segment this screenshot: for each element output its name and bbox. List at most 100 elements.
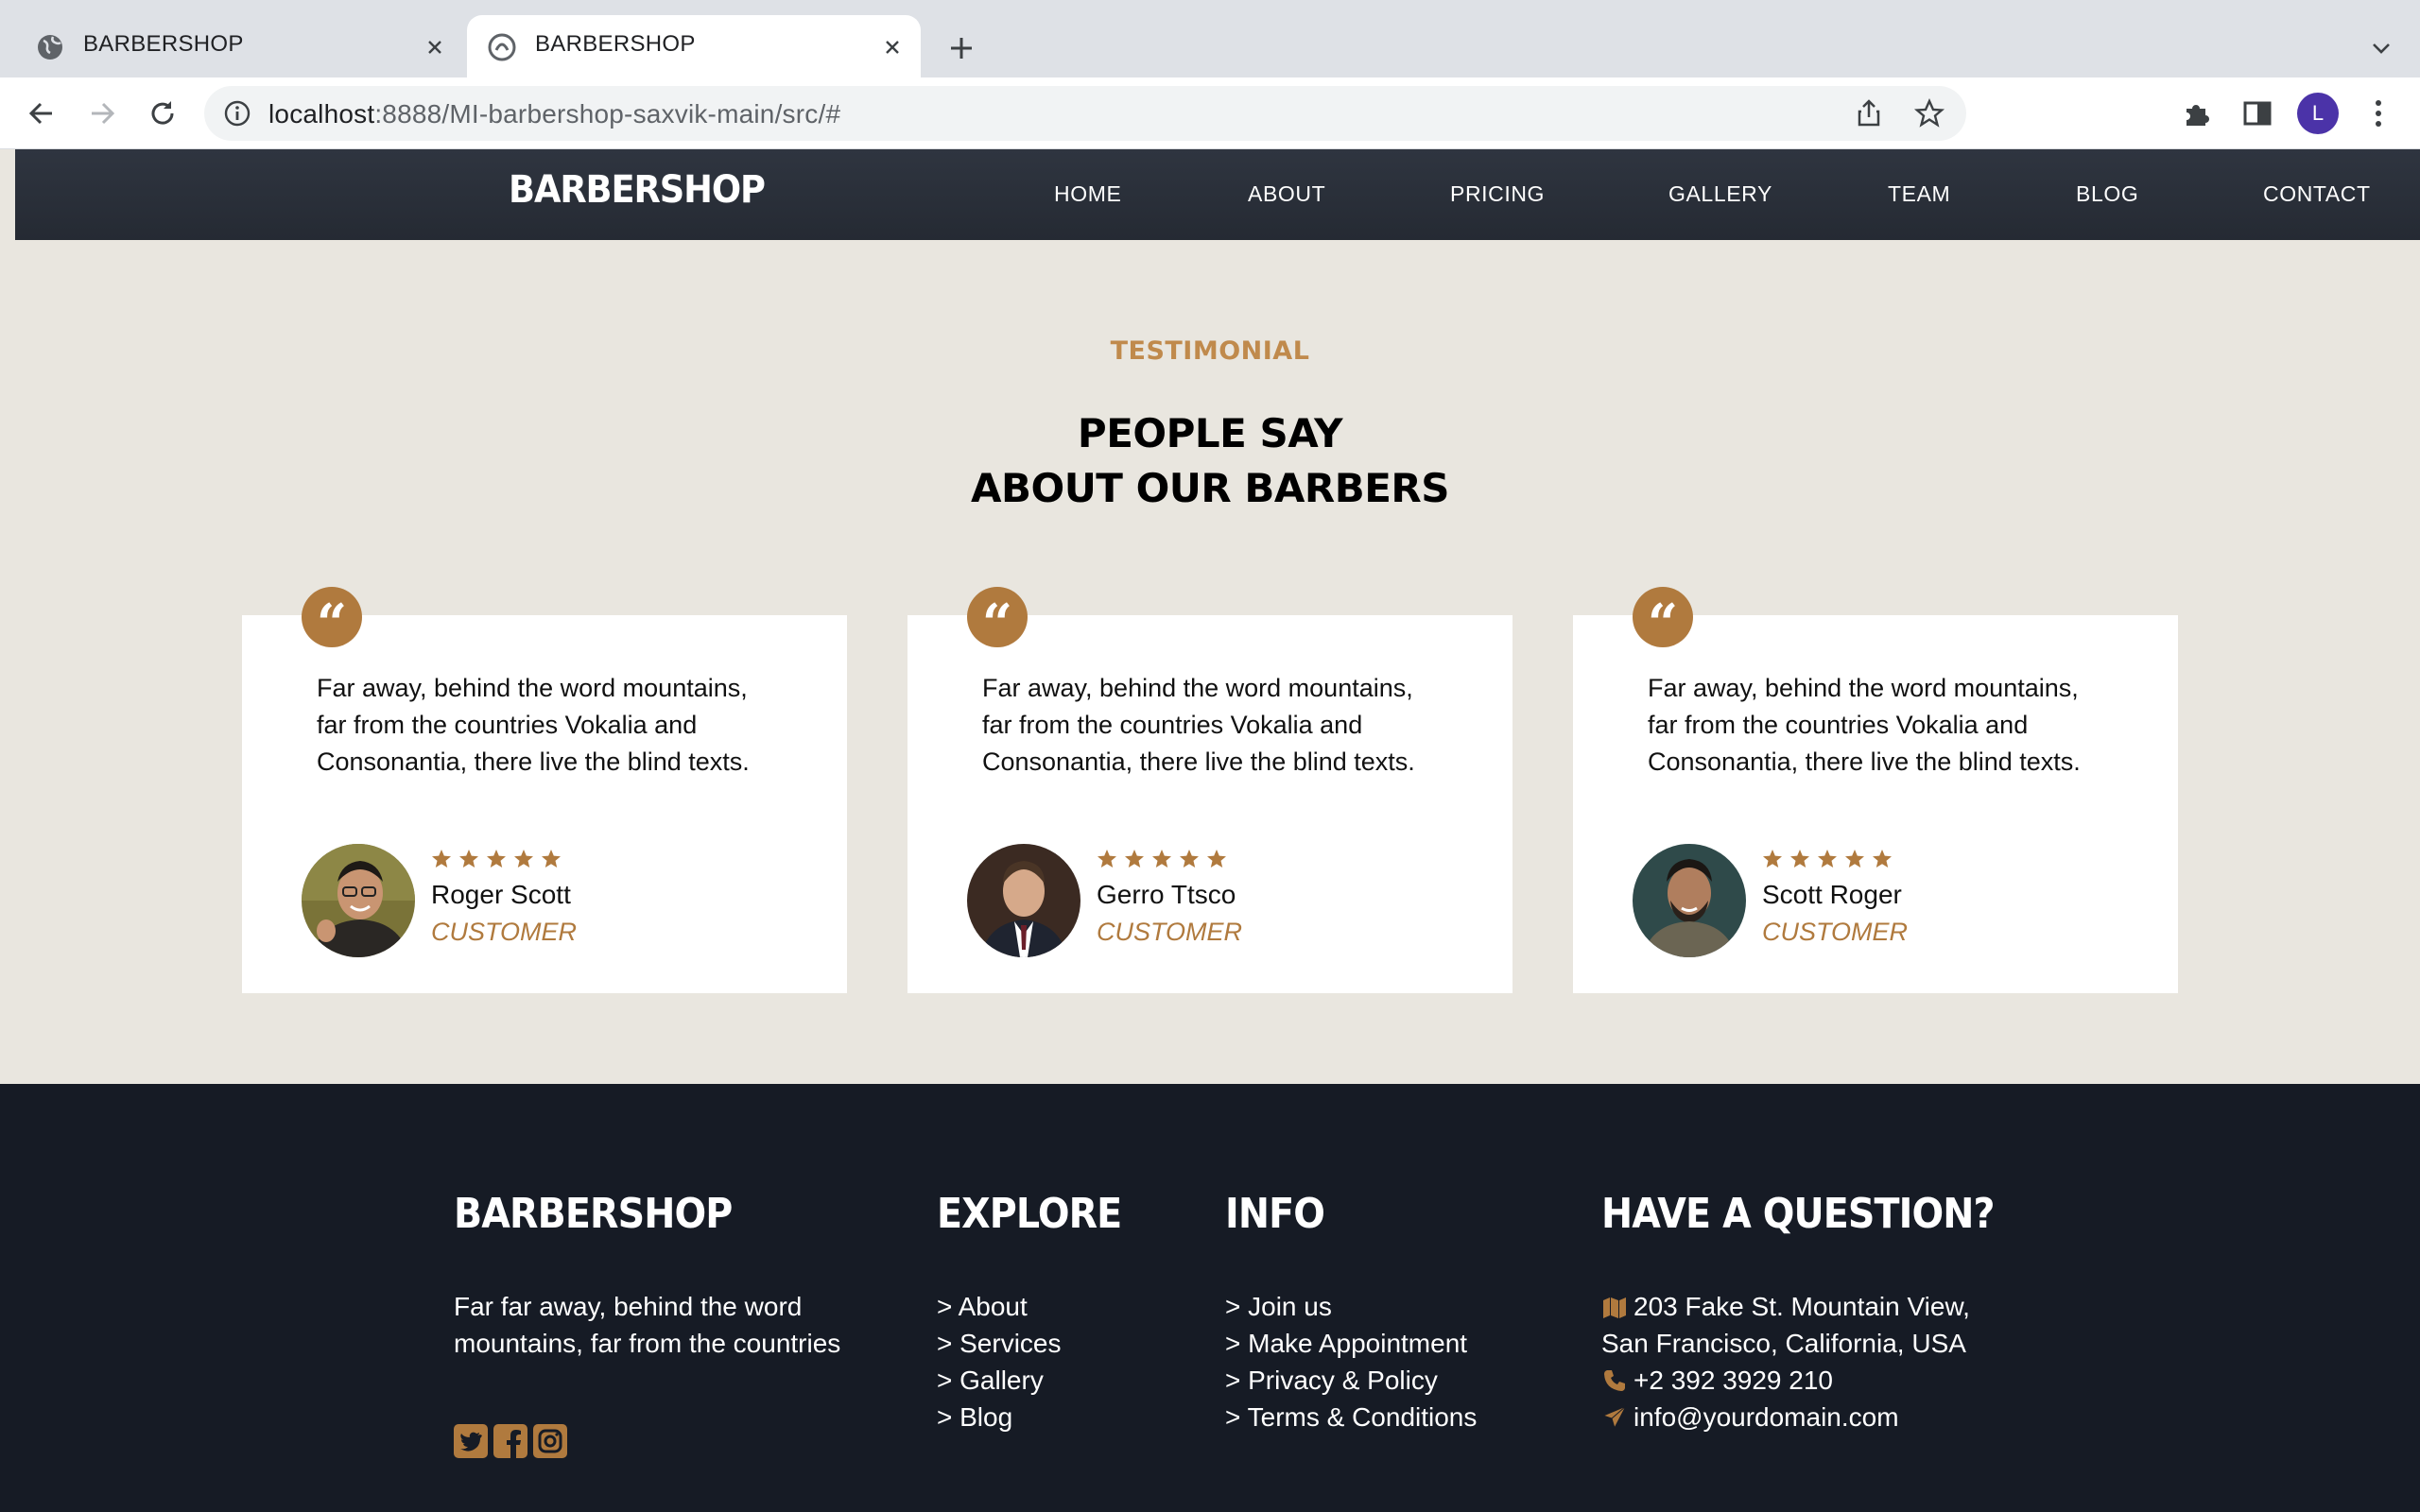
nav-link-contact[interactable]: CONTACT bbox=[2263, 181, 2371, 207]
extensions-puzzle-icon[interactable] bbox=[2180, 96, 2214, 130]
address-line-1: 203 Fake St. Mountain View, bbox=[1634, 1292, 1970, 1321]
customer-name: Scott Roger bbox=[1762, 880, 1902, 909]
star-icon bbox=[1873, 850, 1892, 868]
address-line-2: San Francisco, California, USA bbox=[1601, 1329, 1966, 1358]
star-icon bbox=[1152, 850, 1171, 868]
nav-link-blog[interactable]: BLOG bbox=[2076, 181, 2138, 207]
footer-link-blog[interactable]: > Blog bbox=[937, 1399, 1062, 1435]
customer-role: CUSTOMER bbox=[1762, 918, 1909, 946]
footer-explore-list: > About > Services > Gallery > Blog bbox=[937, 1288, 1062, 1435]
forward-arrow-icon[interactable] bbox=[81, 93, 123, 134]
customer-name: Gerro Ttsco bbox=[1097, 880, 1236, 909]
paper-plane-icon bbox=[1601, 1404, 1628, 1429]
tab-title: BARBERSHOP bbox=[535, 31, 696, 57]
address-bar[interactable]: localhost:8888/MI-barbershop-saxvik-main… bbox=[204, 86, 1966, 141]
testimonial-text: Far away, behind the word mountains, far… bbox=[317, 674, 750, 776]
instagram-icon[interactable] bbox=[533, 1424, 567, 1458]
footer-link-services[interactable]: > Services bbox=[937, 1325, 1062, 1362]
new-tab-plus-icon[interactable] bbox=[942, 28, 981, 68]
globe-icon bbox=[38, 35, 62, 60]
footer-question-title: HAVE A QUESTION? bbox=[1601, 1190, 1995, 1238]
profile-avatar[interactable]: L bbox=[2297, 93, 2339, 134]
footer-link-privacy-policy[interactable]: > Privacy & Policy bbox=[1225, 1362, 1477, 1399]
rating-stars bbox=[1762, 849, 1893, 869]
star-icon bbox=[514, 850, 533, 868]
reload-icon[interactable] bbox=[142, 93, 183, 134]
side-panel-icon[interactable] bbox=[2240, 96, 2274, 130]
email-address: info@yourdomain.com bbox=[1634, 1402, 1899, 1432]
rating-stars bbox=[1097, 849, 1227, 869]
customer-avatar bbox=[302, 844, 415, 957]
footer-link-join-us[interactable]: > Join us bbox=[1225, 1288, 1477, 1325]
back-arrow-icon[interactable] bbox=[21, 93, 62, 134]
chevron-down-icon[interactable] bbox=[2361, 28, 2401, 68]
navbar-brand-logo[interactable]: BARBERSHOP bbox=[509, 168, 766, 212]
star-icon bbox=[1125, 850, 1144, 868]
browser-tab[interactable]: BARBERSHOP bbox=[0, 15, 463, 77]
quote-icon: “ bbox=[302, 587, 362, 655]
url-host: localhost bbox=[268, 99, 375, 129]
facebook-icon[interactable] bbox=[493, 1424, 527, 1458]
url-text[interactable]: localhost:8888/MI-barbershop-saxvik-main… bbox=[268, 99, 840, 129]
footer-info-list: > Join us > Make Appointment > Privacy &… bbox=[1225, 1288, 1477, 1435]
share-icon[interactable] bbox=[1853, 97, 1885, 129]
browser-tab-strip: BARBERSHOP BARBERSHOP bbox=[0, 0, 2420, 77]
customer-name: Roger Scott bbox=[431, 880, 571, 909]
footer-info-title: INFO bbox=[1225, 1190, 1325, 1238]
close-icon[interactable] bbox=[416, 28, 454, 66]
nav-link-pricing[interactable]: PRICING bbox=[1450, 181, 1545, 207]
footer-link-gallery[interactable]: > Gallery bbox=[937, 1362, 1062, 1399]
heading-line: ABOUT OUR BARBERS bbox=[970, 465, 1450, 511]
heading-line: PEOPLE SAY bbox=[1077, 410, 1343, 456]
star-icon bbox=[1098, 850, 1116, 868]
footer-explore-title: EXPLORE bbox=[937, 1190, 1122, 1238]
contact-phone[interactable]: +2 392 3929 210 bbox=[1601, 1362, 1970, 1399]
browser-toolbar: localhost:8888/MI-barbershop-saxvik-main… bbox=[0, 77, 2420, 149]
customer-avatar bbox=[967, 844, 1080, 957]
map-icon bbox=[1603, 1297, 1626, 1318]
site-footer: BARBERSHOP Far far away, behind the word… bbox=[0, 1084, 2420, 1512]
contact-email[interactable]: info@yourdomain.com bbox=[1601, 1399, 1970, 1435]
footer-link-terms-conditions[interactable]: > Terms & Conditions bbox=[1225, 1399, 1477, 1435]
star-icon bbox=[542, 850, 561, 868]
star-icon bbox=[487, 850, 506, 868]
testimonial-card: “ Far away, behind the word mountains, f… bbox=[242, 587, 847, 993]
quote-icon: “ bbox=[1633, 587, 1693, 655]
browser-tab-active[interactable]: BARBERSHOP bbox=[467, 15, 921, 77]
rating-stars bbox=[431, 849, 562, 869]
nav-link-team[interactable]: TEAM bbox=[1888, 181, 1950, 207]
star-icon bbox=[1845, 850, 1864, 868]
social-links bbox=[454, 1424, 567, 1458]
customer-role: CUSTOMER bbox=[431, 918, 578, 946]
footer-link-make-appointment[interactable]: > Make Appointment bbox=[1225, 1325, 1477, 1362]
testimonial-text: Far away, behind the word mountains, far… bbox=[1648, 674, 2081, 776]
footer-contact-block: 203 Fake St. Mountain View, San Francisc… bbox=[1601, 1288, 1970, 1435]
section-subheading: TESTIMONIAL bbox=[1110, 336, 1310, 366]
contact-address: 203 Fake St. Mountain View, bbox=[1601, 1288, 1970, 1325]
star-icon bbox=[459, 850, 478, 868]
star-icon bbox=[1763, 850, 1782, 868]
footer-link-about[interactable]: > About bbox=[937, 1288, 1062, 1325]
twitter-icon[interactable] bbox=[454, 1424, 488, 1458]
customer-avatar bbox=[1633, 844, 1746, 957]
star-icon bbox=[432, 850, 451, 868]
barbershop-favicon-icon bbox=[488, 33, 516, 61]
nav-link-gallery[interactable]: GALLERY bbox=[1668, 181, 1772, 207]
section-heading: PEOPLE SAY ABOUT OUR BARBERS bbox=[0, 406, 2420, 516]
testimonial-text: Far away, behind the word mountains, far… bbox=[982, 674, 1415, 776]
bookmark-star-icon[interactable] bbox=[1913, 97, 1945, 129]
nav-link-home[interactable]: HOME bbox=[1054, 181, 1121, 207]
more-menu-icon[interactable] bbox=[2361, 96, 2395, 130]
site-navbar: BARBERSHOP HOME ABOUT PRICING GALLERY TE… bbox=[15, 149, 2420, 240]
star-icon bbox=[1180, 850, 1199, 868]
url-path: :8888/MI-barbershop-saxvik-main/src/# bbox=[374, 99, 841, 129]
star-icon bbox=[1818, 850, 1837, 868]
close-icon[interactable] bbox=[873, 28, 911, 66]
nav-link-about[interactable]: ABOUT bbox=[1248, 181, 1325, 207]
info-icon[interactable] bbox=[223, 99, 251, 128]
star-icon bbox=[1207, 850, 1226, 868]
star-icon bbox=[1790, 850, 1809, 868]
footer-brand: BARBERSHOP bbox=[454, 1190, 733, 1238]
customer-role: CUSTOMER bbox=[1097, 918, 1243, 946]
testimonial-card: “ Far away, behind the word mountains, f… bbox=[908, 587, 1512, 993]
